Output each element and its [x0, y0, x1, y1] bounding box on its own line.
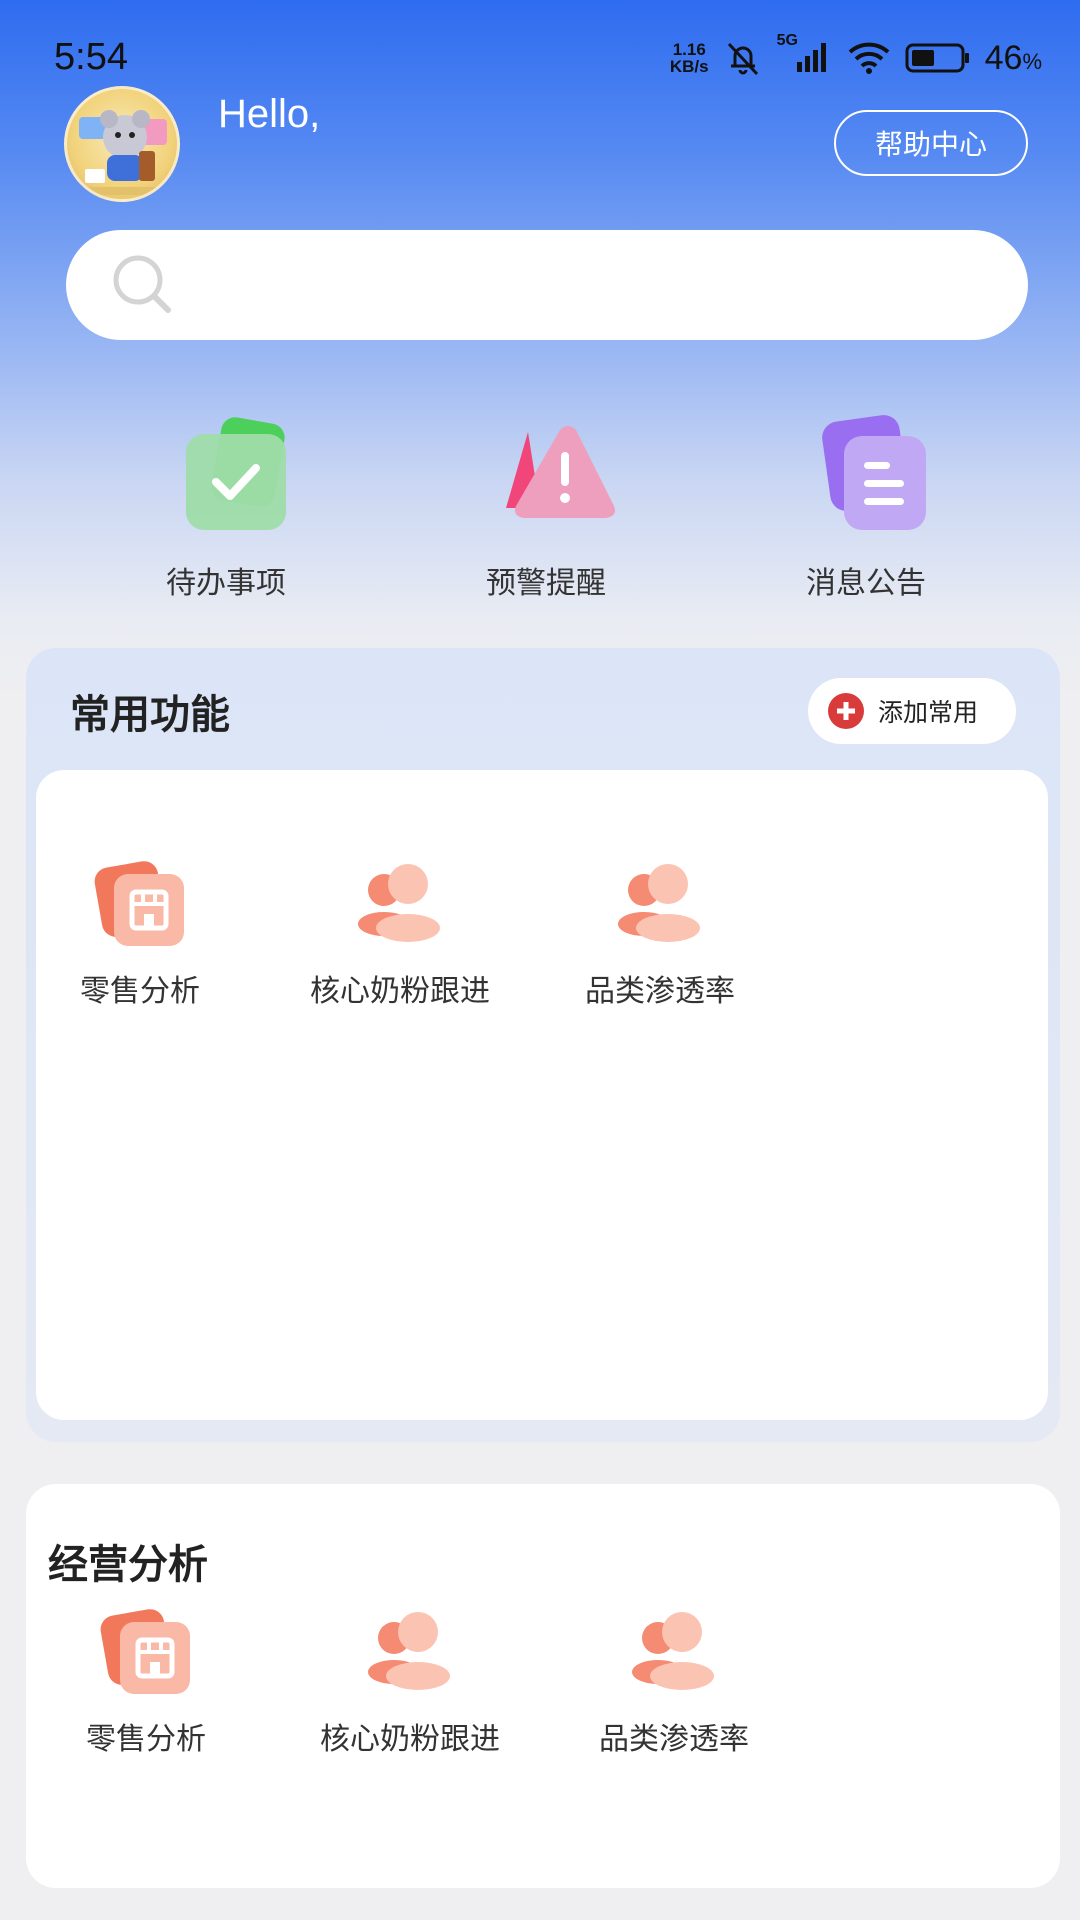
- users-icon: [610, 860, 710, 950]
- common-func-label: 核心奶粉跟进: [310, 974, 490, 1009]
- battery-unit: %: [1022, 48, 1042, 74]
- biz-func-milk-follow[interactable]: 核心奶粉跟进: [290, 1608, 530, 1758]
- battery-icon: [905, 43, 969, 73]
- store-icon: [96, 1608, 196, 1698]
- quick-entry-warning[interactable]: 预警提醒: [426, 410, 666, 602]
- battery-percentage: 46%: [985, 39, 1042, 78]
- notice-document-icon: [796, 410, 936, 540]
- network-speed-unit: KB/s: [669, 57, 709, 76]
- warning-triangle-icon: [476, 410, 616, 540]
- signal-icon: 5G: [777, 32, 833, 78]
- network-speed: 1.16 KB/s: [670, 41, 709, 75]
- battery-value: 46: [984, 38, 1023, 77]
- quick-entry-label: 预警提醒: [486, 566, 606, 601]
- mute-bell-icon: [727, 42, 758, 76]
- quick-entry-todo[interactable]: 待办事项: [106, 410, 346, 602]
- biz-func-penetration[interactable]: 品类渗透率: [554, 1608, 794, 1758]
- users-icon: [624, 1608, 724, 1698]
- help-center-button[interactable]: 帮助中心: [834, 110, 1028, 176]
- add-common-button[interactable]: 添加常用: [808, 678, 1016, 744]
- users-icon: [360, 1608, 460, 1698]
- users-icon: [350, 860, 450, 950]
- common-func-penetration[interactable]: 品类渗透率: [540, 860, 780, 1010]
- add-common-label: 添加常用: [878, 698, 979, 727]
- biz-func-label: 核心奶粉跟进: [320, 1722, 500, 1757]
- quick-entry-label: 待办事项: [166, 566, 286, 601]
- network-speed-value: 1.16: [672, 40, 706, 59]
- biz-func-retail[interactable]: 零售分析: [26, 1608, 266, 1758]
- biz-func-label: 品类渗透率: [599, 1722, 749, 1757]
- quick-entry-notice[interactable]: 消息公告: [746, 410, 986, 602]
- common-func-label: 零售分析: [80, 974, 200, 1009]
- plus-icon: [828, 693, 864, 729]
- business-analysis-title: 经营分析: [48, 1542, 208, 1588]
- avatar[interactable]: [64, 86, 180, 202]
- wifi-icon: [848, 42, 889, 74]
- search-input[interactable]: [66, 230, 1028, 340]
- todo-check-icon: [156, 410, 296, 540]
- common-func-retail[interactable]: 零售分析: [20, 860, 260, 1010]
- store-icon: [90, 860, 190, 950]
- common-functions-title: 常用功能: [70, 692, 230, 738]
- search-icon: [113, 255, 171, 313]
- quick-entry-label: 消息公告: [806, 566, 926, 601]
- status-icons: 1.16 KB/s 5G 46%: [670, 32, 1042, 78]
- greeting-text: Hello,: [218, 92, 321, 136]
- common-func-label: 品类渗透率: [585, 974, 735, 1009]
- status-time: 5:54: [54, 36, 128, 78]
- biz-func-label: 零售分析: [86, 1722, 206, 1757]
- common-func-milk-follow[interactable]: 核心奶粉跟进: [280, 860, 520, 1010]
